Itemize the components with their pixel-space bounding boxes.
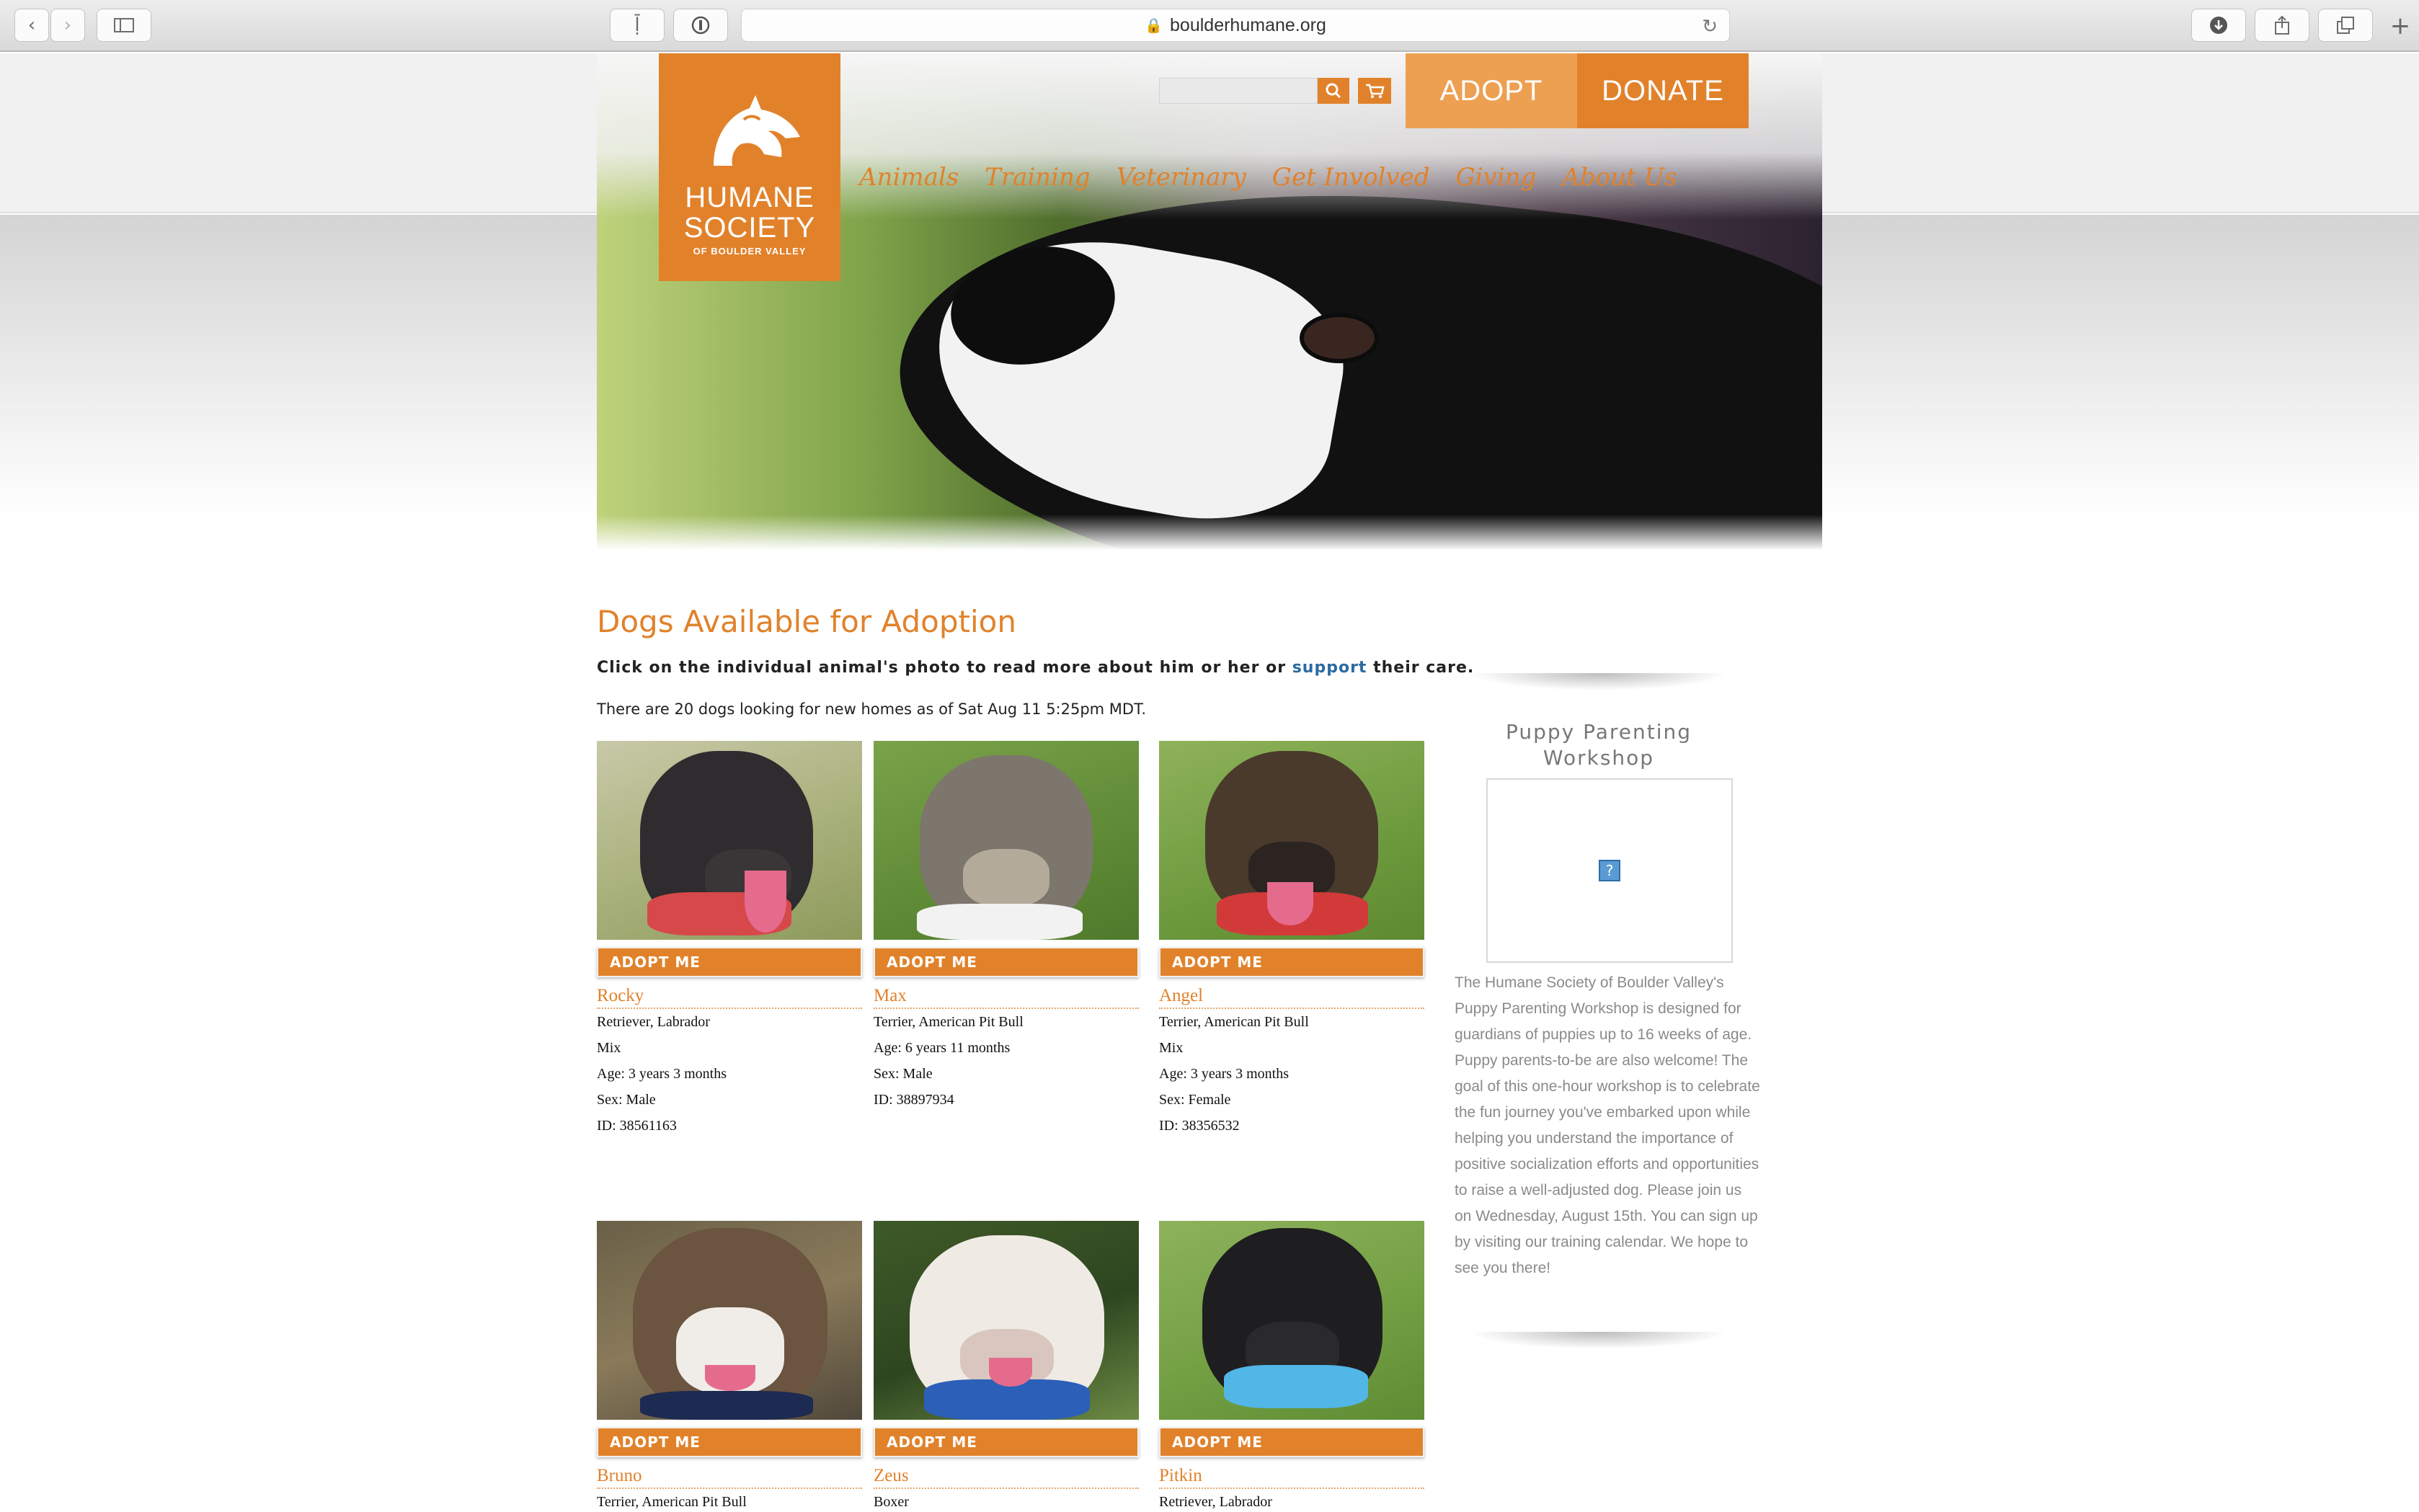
- intro-text-before: Click on the individual animal's photo t…: [597, 659, 1292, 677]
- dog-breed: Terrier, American Pit Bull: [597, 1494, 747, 1510]
- site-container: HUMANE SOCIETY OF BOULDER VALLEY ADOPT D…: [597, 53, 1822, 1512]
- sidebar-divider-bottom: [1469, 1332, 1728, 1349]
- dog-photo-bruno[interactable]: [597, 1221, 862, 1420]
- dog-name[interactable]: Angel: [1159, 986, 1424, 1009]
- sidebar-body: The Humane Society of Boulder Valley's P…: [1455, 974, 1760, 1276]
- search-icon: [1326, 83, 1341, 99]
- dog-breed: Retriever, Labrador: [597, 1014, 710, 1030]
- shield-icon: [691, 16, 710, 35]
- dog-sex: Sex: Male: [597, 1092, 656, 1108]
- dog-card-max: ADOPT ME Max Terrier, American Pit Bull …: [874, 741, 1139, 1113]
- dog-age: Age: 6 years 11 months: [874, 1040, 1011, 1056]
- adopt-nav-button[interactable]: ADOPT: [1406, 53, 1577, 128]
- share-icon: [2275, 15, 2289, 35]
- cart-icon: [1366, 84, 1385, 98]
- dog-id: ID: 38561163: [597, 1118, 677, 1134]
- tabs-icon: [2337, 17, 2354, 34]
- nav-about-us[interactable]: About Us: [1562, 163, 1677, 192]
- nav-veterinary[interactable]: Veterinary: [1117, 163, 1246, 192]
- main-nav: Animals Training Veterinary Get Involved…: [859, 163, 1677, 192]
- dog-age: Age: 3 years 3 months: [1159, 1066, 1289, 1082]
- intro-text: Click on the individual animal's photo t…: [597, 659, 1474, 677]
- dog-card-pitkin: ADOPT ME Pitkin Retriever, Labrador: [1159, 1221, 1424, 1512]
- back-button[interactable]: ‹: [14, 9, 49, 42]
- adopt-me-button[interactable]: ADOPT ME: [597, 947, 862, 977]
- reader-button[interactable]: ḹ: [610, 9, 665, 42]
- dog-name[interactable]: Rocky: [597, 986, 862, 1009]
- cart-button[interactable]: [1358, 78, 1391, 104]
- search-button[interactable]: [1318, 78, 1349, 104]
- dog-name[interactable]: Bruno: [597, 1466, 862, 1489]
- dog-mix: Mix: [1159, 1040, 1184, 1056]
- sidebar-icon: [114, 18, 134, 32]
- dog-id: ID: 38356532: [1159, 1118, 1240, 1134]
- dog-photo-rocky[interactable]: [597, 741, 862, 940]
- dog-name[interactable]: Zeus: [874, 1466, 1139, 1489]
- dog-mix: Mix: [597, 1040, 621, 1056]
- dog-photo-angel[interactable]: [1159, 741, 1424, 940]
- site-logo[interactable]: HUMANE SOCIETY OF BOULDER VALLEY: [659, 53, 840, 281]
- new-tab-button[interactable]: +: [2386, 12, 2415, 40]
- nav-animals[interactable]: Animals: [859, 163, 959, 192]
- sidebar-title[interactable]: Puppy Parenting Workshop: [1455, 719, 1743, 771]
- sidebar-toggle-button[interactable]: [97, 9, 151, 42]
- dog-photo-zeus[interactable]: [874, 1221, 1139, 1420]
- reload-icon[interactable]: ↻: [1702, 15, 1718, 37]
- donate-nav-button[interactable]: DONATE: [1577, 53, 1749, 128]
- broken-image-icon: ?: [1599, 860, 1620, 881]
- dog-id: ID: 38897934: [874, 1092, 954, 1108]
- adopt-me-button[interactable]: ADOPT ME: [874, 947, 1139, 977]
- logo-pets-icon: [714, 95, 800, 166]
- web-page: HUMANE SOCIETY OF BOULDER VALLEY ADOPT D…: [0, 53, 2419, 1512]
- dog-card-zeus: ADOPT ME Zeus Boxer: [874, 1221, 1139, 1512]
- adopt-me-button[interactable]: ADOPT ME: [1159, 1427, 1424, 1457]
- tabs-button[interactable]: [2318, 9, 2373, 42]
- browser-toolbar: ‹ › ḹ 🔒 boulderhumane.org ↻ +: [0, 0, 2419, 52]
- dog-card-rocky: ADOPT ME Rocky Retriever, Labrador Mix A…: [597, 741, 862, 1139]
- sidebar-workshop: Puppy Parenting Workshop ? The Humane So…: [1455, 673, 1760, 1349]
- dog-breed: Terrier, American Pit Bull: [874, 1014, 1024, 1030]
- dog-count-text: There are 20 dogs looking for new homes …: [597, 701, 1147, 718]
- nav-get-involved[interactable]: Get Involved: [1272, 163, 1430, 192]
- search-input[interactable]: [1159, 78, 1318, 104]
- privacy-report-button[interactable]: [673, 9, 728, 42]
- dog-photo-pitkin[interactable]: [1159, 1221, 1424, 1420]
- page-title: Dogs Available for Adoption: [597, 604, 1016, 639]
- hero-dog-eye: [1300, 313, 1379, 363]
- logo-line-3: OF BOULDER VALLEY: [693, 246, 807, 257]
- dog-breed: Boxer: [874, 1494, 909, 1510]
- dog-card-angel: ADOPT ME Angel Terrier, American Pit Bul…: [1159, 741, 1424, 1139]
- dog-sex: Sex: Female: [1159, 1092, 1231, 1108]
- adopt-me-button[interactable]: ADOPT ME: [597, 1427, 862, 1457]
- dog-photo-max[interactable]: [874, 741, 1139, 940]
- support-link[interactable]: support: [1292, 659, 1367, 677]
- adopt-me-button[interactable]: ADOPT ME: [1159, 947, 1424, 977]
- logo-line-1: HUMANE: [685, 182, 815, 213]
- sidebar-divider-top: [1469, 673, 1728, 690]
- nav-training[interactable]: Training: [985, 163, 1091, 192]
- dog-name[interactable]: Max: [874, 986, 1139, 1009]
- dog-breed: Terrier, American Pit Bull: [1159, 1014, 1309, 1030]
- sidebar-image-placeholder[interactable]: ?: [1486, 778, 1733, 963]
- address-bar[interactable]: 🔒 boulderhumane.org ↻: [741, 9, 1730, 42]
- dog-age: Age: 3 years 3 months: [597, 1066, 727, 1082]
- logo-line-2: SOCIETY: [683, 212, 816, 244]
- adopt-me-button[interactable]: ADOPT ME: [874, 1427, 1139, 1457]
- download-icon: [2210, 17, 2227, 34]
- nav-giving[interactable]: Giving: [1456, 163, 1537, 192]
- hero-bottom-edge: [597, 515, 1822, 572]
- url-text: boulderhumane.org: [1170, 14, 1326, 35]
- downloads-button[interactable]: [2191, 9, 2246, 42]
- share-button[interactable]: [2255, 9, 2309, 42]
- dog-breed: Retriever, Labrador: [1159, 1494, 1272, 1510]
- dog-name[interactable]: Pitkin: [1159, 1466, 1424, 1489]
- forward-button[interactable]: ›: [50, 9, 85, 42]
- dog-sex: Sex: Male: [874, 1066, 933, 1082]
- lock-icon: 🔒: [1145, 17, 1163, 34]
- dog-card-bruno: ADOPT ME Bruno Terrier, American Pit Bul…: [597, 1221, 862, 1512]
